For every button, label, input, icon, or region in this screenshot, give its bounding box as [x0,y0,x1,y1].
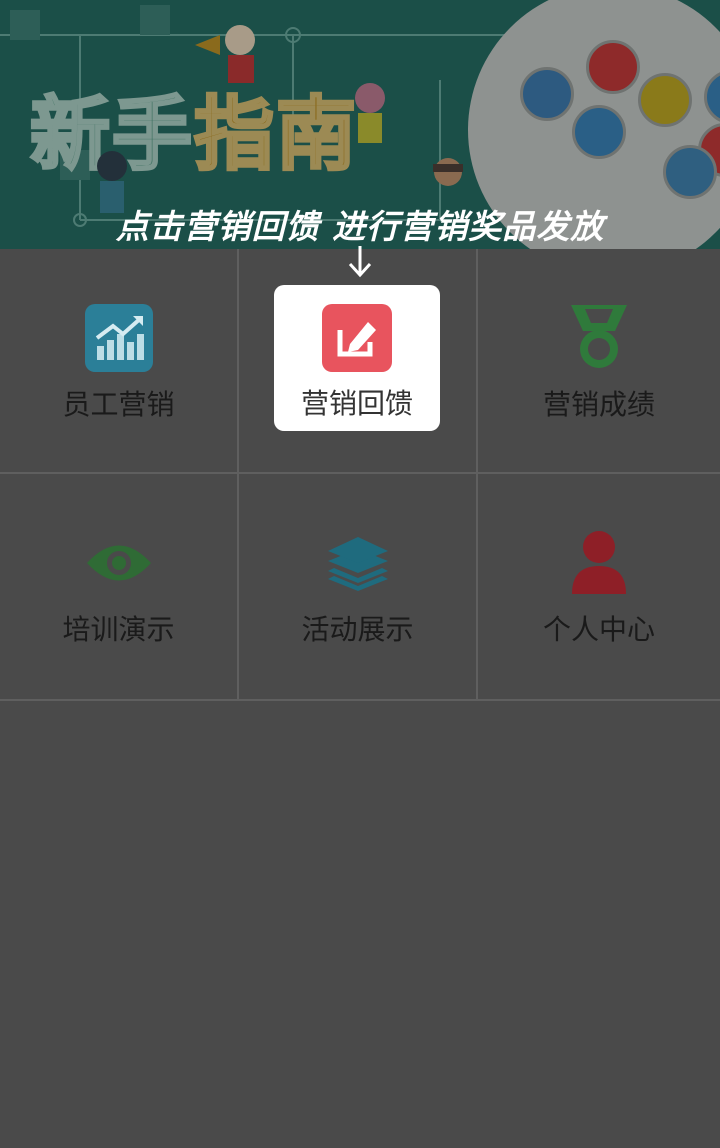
menu-item-marketing-results[interactable]: 营销成绩 [478,249,720,474]
menu-item-label: 员工营销 [62,388,175,421]
menu-item-personal-center[interactable]: 个人中心 [478,474,720,699]
banner-title: 新手指南 [29,87,358,183]
menu-item-training-demo[interactable]: 培训演示 [0,474,239,699]
person-icon [564,528,634,598]
chart-icon [84,303,154,373]
menu-item-marketing-feedback[interactable]: 营销回馈 [274,285,440,431]
cartoon-figure-icon [195,25,255,83]
menu-item-label: 活动展示 [301,613,414,646]
medal-icon [564,303,634,373]
eye-icon [84,528,154,598]
menu-item-activity-showcase[interactable]: 活动展示 [239,474,478,699]
arrow-down-icon [348,246,372,278]
layers-icon [323,528,393,598]
menu-item-label: 营销成绩 [542,388,655,421]
edit-icon [322,304,392,374]
menu-item-employee-marketing[interactable]: 员工营销 [0,249,239,474]
cartoon-figure-icon [355,83,385,143]
guide-hint-text: 点击营销回馈 进行营销奖品发放 [115,207,605,246]
menu-item-label: 营销回馈 [300,387,413,420]
menu-item-label: 培训演示 [62,613,175,646]
menu-item-label: 个人中心 [542,613,655,646]
